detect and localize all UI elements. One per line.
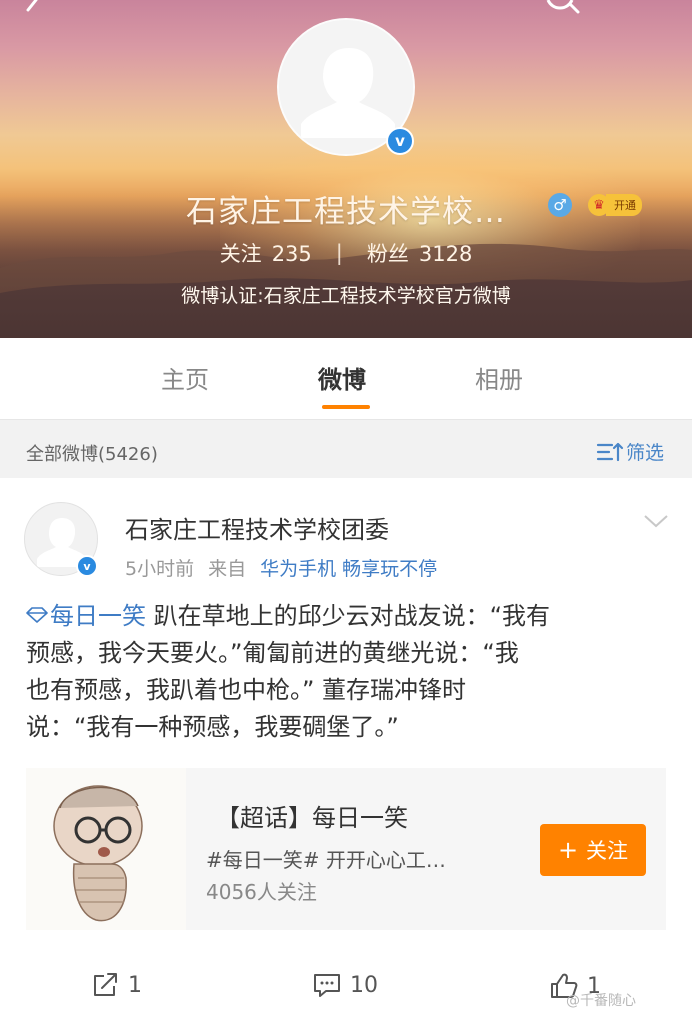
all-weibo-count: 全部微博(5426) xyxy=(26,444,158,465)
post-meta: 5小时前 来自 华为手机 畅享玩不停 xyxy=(125,554,437,581)
post-text: 每日一笑 趴在草地上的邱少云对战友说：“我有 预感，我今天要火。”匍匐前进的黄继… xyxy=(26,598,666,746)
filter-button[interactable]: 筛选 xyxy=(596,438,664,465)
followers-stat[interactable]: 粉丝 3128 xyxy=(367,238,472,268)
post-author-name[interactable]: 石家庄工程技术学校团委 xyxy=(125,510,389,545)
profile-stats: 关注 235 | 粉丝 3128 xyxy=(0,238,692,268)
weibo-post-card: v 石家庄工程技术学校团委 5小时前 来自 华为手机 畅享玩不停 每日一笑 趴在… xyxy=(0,478,692,1027)
search-icon[interactable] xyxy=(546,0,582,16)
repost-count: 1 xyxy=(128,972,142,998)
hashtag-text: 每日一笑 xyxy=(50,602,146,630)
repost-icon xyxy=(94,973,117,996)
super-topic-card[interactable]: 【超话】每日一笑 #每日一笑# 开开心心工… 4056人关注 + 关注 xyxy=(26,768,666,930)
chevron-down-icon[interactable] xyxy=(642,512,670,530)
verified-badge-icon: v xyxy=(76,555,98,577)
post-source[interactable]: 华为手机 畅享玩不停 xyxy=(260,554,437,581)
comment-count: 10 xyxy=(350,972,378,998)
diamond-icon xyxy=(26,607,48,623)
cartoon-character-image xyxy=(26,768,186,930)
comment-icon xyxy=(314,974,340,997)
hashtag-link[interactable]: 每日一笑 xyxy=(26,602,146,630)
tab-weibo[interactable]: 微博 xyxy=(318,360,366,395)
follow-button-label: 关注 xyxy=(586,839,629,863)
topic-title: 【超话】每日一笑 xyxy=(216,804,408,832)
repost-button[interactable]: 1 xyxy=(92,972,142,998)
topic-description: #每日一笑# 开开心心工… xyxy=(206,848,446,872)
post-time: 5小时前 xyxy=(125,558,195,580)
tab-album[interactable]: 相册 xyxy=(475,360,523,395)
back-arrow-icon[interactable] xyxy=(22,0,52,14)
topic-thumbnail xyxy=(26,768,186,930)
filter-bar: 全部微博(5426) 筛选 xyxy=(0,421,692,477)
followers-count: 3128 xyxy=(418,242,473,266)
post-from-label: 来自 xyxy=(208,558,247,580)
post-line-1-text: 趴在草地上的邱少云对战友说：“我有 xyxy=(146,602,551,630)
follow-topic-button[interactable]: + 关注 xyxy=(540,824,646,876)
filter-label: 筛选 xyxy=(626,442,665,464)
watermark-text: @千番随心 xyxy=(566,993,636,1009)
following-stat[interactable]: 关注 235 xyxy=(220,238,312,268)
verified-badge-icon: v xyxy=(386,127,414,155)
vip-open-badge[interactable]: ♛ 开通 xyxy=(588,194,642,216)
following-count: 235 xyxy=(271,242,312,266)
following-label: 关注 xyxy=(219,242,262,266)
male-gender-icon: ♂ xyxy=(548,193,572,217)
filter-icon xyxy=(596,442,624,461)
followers-label: 粉丝 xyxy=(366,242,409,266)
post-line-2: 预感，我今天要火。”匍匐前进的黄继光说：“我 xyxy=(26,639,519,667)
post-line-4: 说：“我有一种预感，我要碉堡了。” xyxy=(26,713,399,741)
plus-icon: + xyxy=(557,836,579,864)
tab-home[interactable]: 主页 xyxy=(161,360,209,395)
vip-open-label: 开通 xyxy=(606,194,642,216)
post-line-1: 每日一笑 趴在草地上的邱少云对战友说：“我有 xyxy=(26,598,666,635)
active-tab-indicator xyxy=(322,405,370,409)
stats-separator: | xyxy=(335,241,343,265)
topic-followers: 4056人关注 xyxy=(206,880,317,904)
verification-text: 微博认证:石家庄工程技术学校官方微博 xyxy=(181,285,511,307)
comment-button[interactable]: 10 xyxy=(312,972,378,998)
post-line-3: 也有预感，我趴着也中枪。” 董存瑞冲锋时 xyxy=(26,676,467,704)
